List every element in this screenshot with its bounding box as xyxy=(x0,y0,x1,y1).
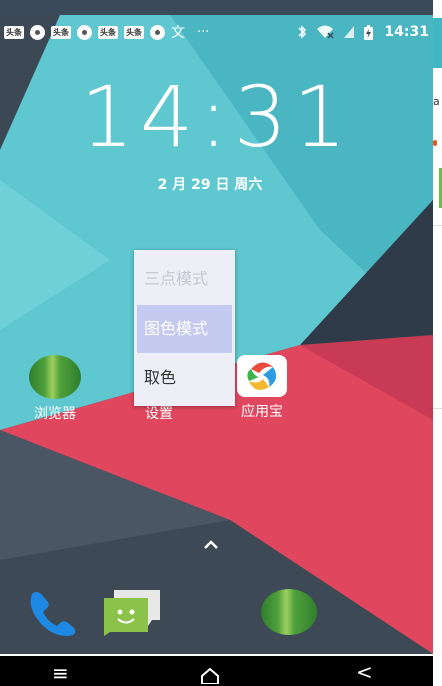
watermelon-browser-icon[interactable] xyxy=(261,589,317,635)
background-window-marker xyxy=(433,140,437,146)
messages-icon[interactable] xyxy=(102,586,162,636)
status-bar: 头条 头条 头条 头条 文 ··· 14:31 xyxy=(0,18,433,46)
home-icon[interactable] xyxy=(201,668,219,684)
background-window-header xyxy=(433,18,442,68)
background-window-strip: a xyxy=(433,0,442,686)
news-notification-icon: 头条 xyxy=(98,25,118,39)
lockscreen-date: 2 月 29 日 周六 xyxy=(157,177,263,193)
phone-icon[interactable] xyxy=(26,588,80,636)
popup-menu: 三点模式 图色模式 取色 xyxy=(134,250,235,406)
video-notification-icon xyxy=(77,24,92,40)
divider xyxy=(433,225,442,226)
app-label: 浏览器 xyxy=(34,406,76,422)
no-sim-icon xyxy=(344,26,355,38)
battery-charging-icon xyxy=(364,24,374,40)
app-label: 应用宝 xyxy=(241,404,283,420)
menu-item-three-point-mode[interactable]: 三点模式 xyxy=(137,255,232,303)
chevron-up-icon[interactable] xyxy=(203,538,219,550)
news-notification-icon: 头条 xyxy=(51,25,71,39)
status-time: 14:31 xyxy=(384,24,429,40)
divider xyxy=(433,408,442,409)
bluetooth-icon xyxy=(298,25,307,39)
phone-screen: 头条 头条 头条 头条 文 ··· 14:31 14:31 2 月 29 日 周… xyxy=(0,0,433,654)
navigation-bar: ≡ < xyxy=(0,656,433,686)
wifi-icon xyxy=(317,25,334,39)
video-notification-icon xyxy=(30,24,45,40)
yingyongbao-icon xyxy=(237,355,287,397)
background-window-text: a xyxy=(433,95,440,108)
news-notification-icon: 头条 xyxy=(124,25,144,39)
video-notification-icon xyxy=(150,24,165,40)
watermelon-browser-icon xyxy=(29,355,81,399)
app-label: 设置 xyxy=(145,406,173,422)
news-notification-icon: 头条 xyxy=(4,25,24,39)
menu-item-pick-color[interactable]: 取色 xyxy=(137,354,232,402)
more-notifications-icon: ··· xyxy=(197,24,210,40)
lockscreen-clock: 14:31 xyxy=(80,68,353,166)
menu-item-image-color-mode[interactable]: 图色模式 xyxy=(137,305,232,353)
back-icon[interactable]: < xyxy=(356,660,373,684)
app-browser[interactable]: 浏览器 xyxy=(10,355,100,423)
translate-icon: 文 xyxy=(171,25,185,41)
menu-icon[interactable]: ≡ xyxy=(52,661,69,685)
